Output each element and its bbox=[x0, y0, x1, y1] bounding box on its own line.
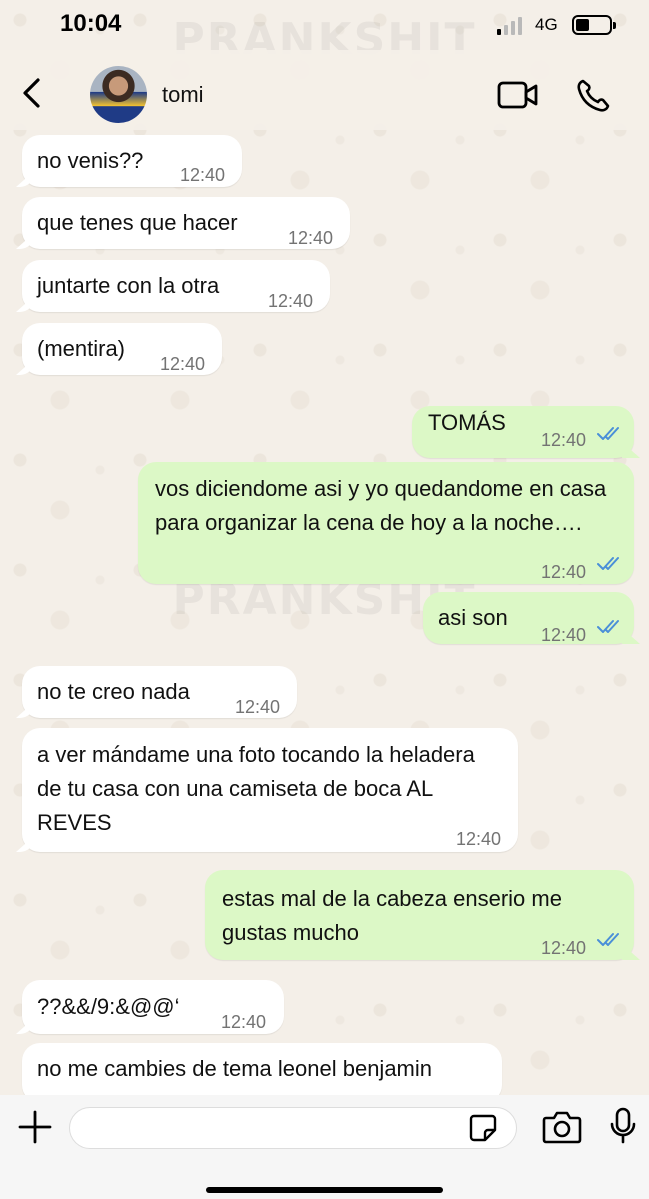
composer-bar bbox=[0, 1095, 649, 1199]
network-label: 4G bbox=[535, 15, 558, 34]
message-time: 12:40 bbox=[541, 562, 587, 582]
message-text: no te creo nada bbox=[37, 679, 190, 704]
message-text: que tenes que hacer bbox=[37, 210, 238, 235]
message-bubble-incoming[interactable]: que tenes que hacer 12:40 bbox=[22, 197, 350, 249]
message-time: 12:40 bbox=[268, 291, 314, 311]
message-time: 12:40 bbox=[456, 829, 502, 849]
message-text: asi son bbox=[438, 605, 508, 630]
message-bubble-incoming[interactable]: ??&&/9:&@@‘ 12:40 bbox=[22, 980, 284, 1034]
chat-header: tomi bbox=[0, 50, 649, 130]
back-arrow-icon[interactable] bbox=[20, 78, 44, 108]
double-check-icon bbox=[597, 557, 619, 570]
phone-icon[interactable] bbox=[575, 78, 611, 114]
message-text: juntarte con la otra bbox=[37, 273, 220, 298]
message-bubble-incoming[interactable]: (mentira) 12:40 bbox=[22, 323, 222, 375]
message-text: vos diciendome asi y yo quedandome en ca… bbox=[155, 476, 607, 535]
message-bubble-outgoing[interactable]: TOMÁS 12:40 bbox=[412, 406, 634, 458]
double-check-icon bbox=[597, 933, 619, 946]
message-text: a ver mándame una foto tocando la helade… bbox=[37, 742, 475, 835]
status-time: 10:04 bbox=[60, 10, 122, 37]
message-bubble-incoming[interactable]: a ver mándame una foto tocando la helade… bbox=[22, 728, 518, 852]
message-time: 12:40 bbox=[221, 1012, 267, 1032]
message-time: 12:40 bbox=[288, 228, 334, 248]
message-list: no venis?? 12:40 que tenes que hacer 12:… bbox=[0, 0, 649, 1199]
double-check-icon bbox=[597, 427, 619, 440]
message-time: 12:40 bbox=[541, 625, 587, 645]
message-text: (mentira) bbox=[37, 336, 126, 361]
plus-icon[interactable] bbox=[17, 1109, 53, 1145]
message-bubble-incoming[interactable]: no me cambies de tema leonel benjamin bbox=[22, 1043, 502, 1103]
message-bubble-incoming[interactable]: juntarte con la otra 12:40 bbox=[22, 260, 330, 312]
status-bar: 10:04 4G bbox=[0, 0, 649, 50]
microphone-icon[interactable] bbox=[608, 1107, 638, 1145]
home-indicator bbox=[206, 1187, 443, 1193]
message-text: no me cambies de tema leonel benjamin bbox=[37, 1056, 433, 1081]
contact-name[interactable]: tomi bbox=[162, 82, 204, 108]
contact-avatar[interactable] bbox=[90, 66, 147, 123]
message-time: 12:40 bbox=[160, 354, 206, 374]
message-bubble-outgoing[interactable]: estas mal de la cabeza enserio me gustas… bbox=[205, 870, 634, 960]
double-check-icon bbox=[597, 620, 619, 633]
message-text: TOMÁS bbox=[428, 410, 506, 435]
message-time: 12:40 bbox=[541, 938, 587, 958]
message-bubble-incoming[interactable]: no venis?? 12:40 bbox=[22, 135, 242, 187]
video-call-icon[interactable] bbox=[497, 80, 539, 110]
message-time: 12:40 bbox=[180, 165, 226, 185]
message-text: no venis?? bbox=[37, 148, 144, 173]
camera-icon[interactable] bbox=[542, 1109, 582, 1145]
message-time: 12:40 bbox=[235, 697, 281, 717]
message-bubble-incoming[interactable]: no te creo nada 12:40 bbox=[22, 666, 297, 718]
message-text: ??&&/9:&@@‘ bbox=[37, 994, 180, 1019]
message-input[interactable] bbox=[69, 1107, 517, 1149]
sticker-icon[interactable] bbox=[468, 1113, 498, 1143]
signal-icon bbox=[497, 17, 525, 35]
message-bubble-outgoing[interactable]: vos diciendome asi y yo quedandome en ca… bbox=[138, 462, 634, 584]
message-time: 12:40 bbox=[541, 430, 587, 450]
battery-icon bbox=[572, 15, 616, 35]
message-bubble-outgoing[interactable]: asi son 12:40 bbox=[423, 592, 634, 645]
